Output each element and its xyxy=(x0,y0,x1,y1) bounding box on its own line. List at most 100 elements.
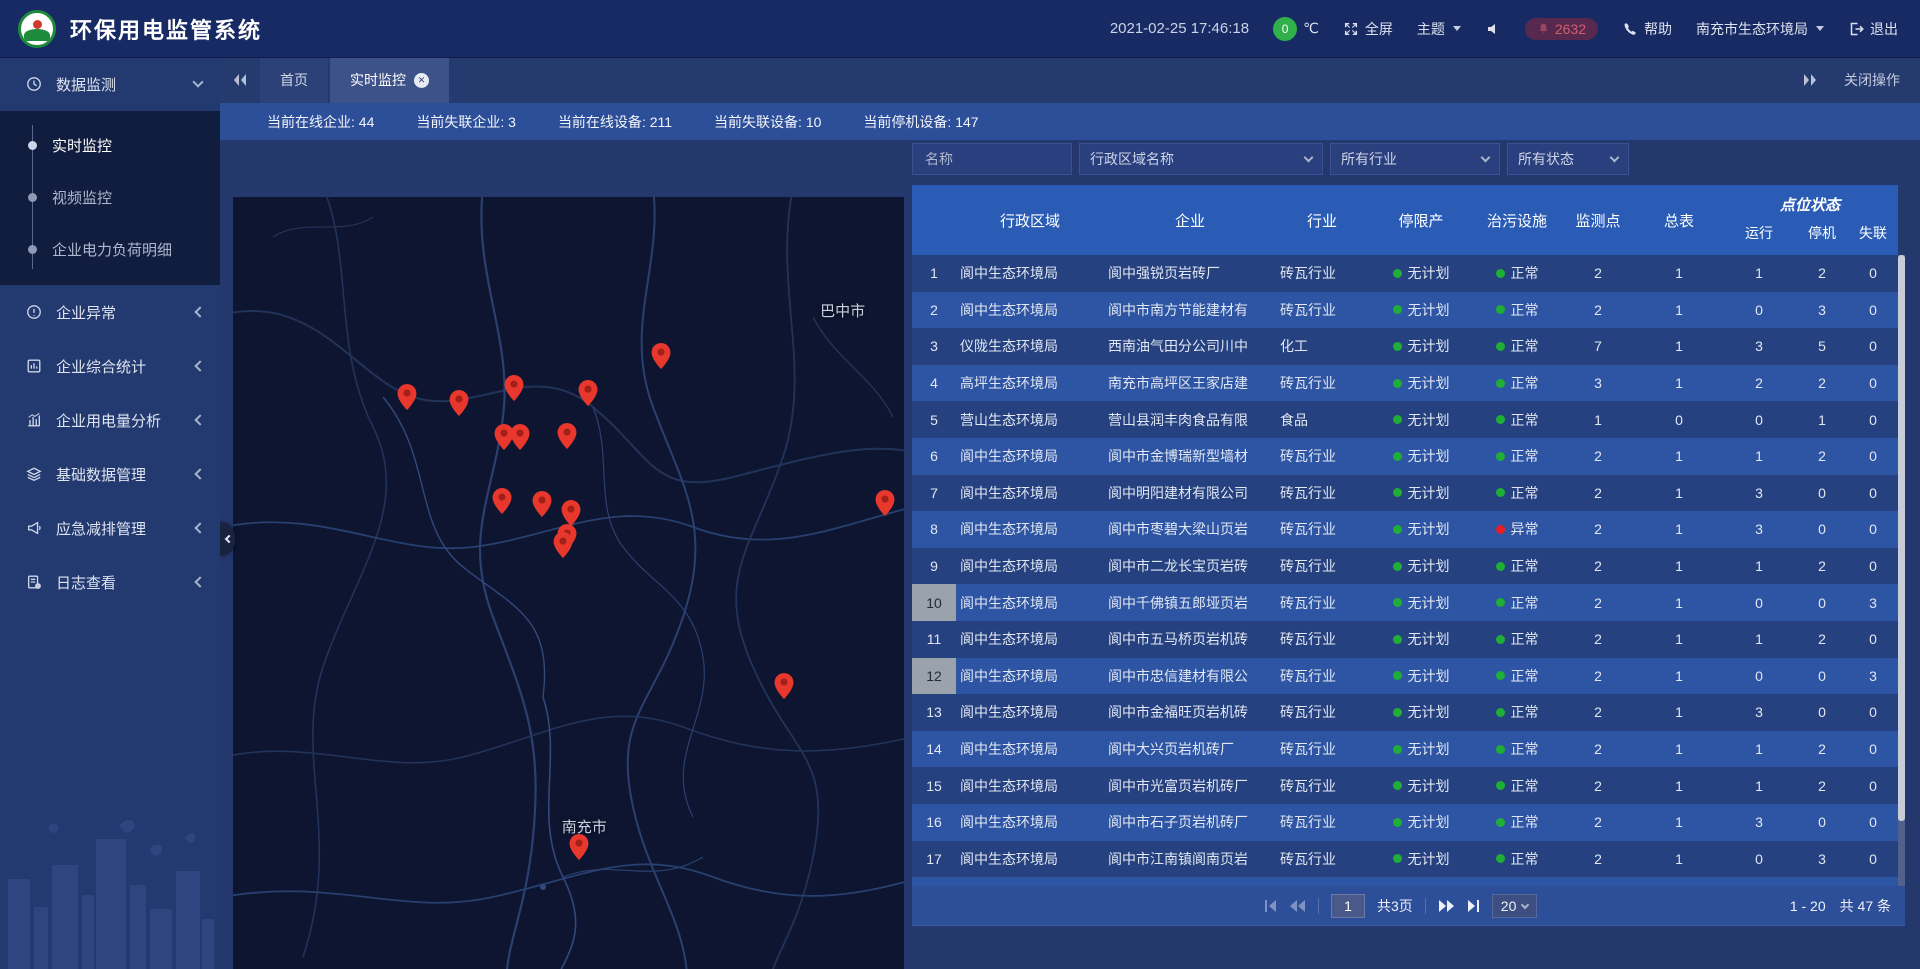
name-search-input[interactable] xyxy=(923,150,1061,168)
sidebar-item-label: 企业异常 xyxy=(56,302,196,323)
map-pin[interactable] xyxy=(774,673,793,704)
status-dot-green xyxy=(1496,452,1505,461)
map-pin[interactable] xyxy=(533,491,552,522)
cell-points: 7 xyxy=(1560,328,1636,365)
table-row[interactable]: 17阆中生态环境局阆中市江南镇阆南页岩砖瓦行业无计划正常21030 xyxy=(912,841,1898,878)
sidebar-subitem-0-2[interactable]: 企业电力负荷明细 xyxy=(0,223,220,275)
page-size-select[interactable]: 20 xyxy=(1492,894,1538,918)
industry-select[interactable]: 所有行业 xyxy=(1330,143,1500,175)
table-row[interactable]: 11阆中生态环境局阆中市五马桥页岩机砖砖瓦行业无计划正常21120 xyxy=(912,621,1898,658)
table-row[interactable]: 12阆中生态环境局阆中市忠信建材有限公砖瓦行业无计划正常21003 xyxy=(912,658,1898,695)
sidebar-item-0[interactable]: 数据监测 xyxy=(0,57,220,111)
page-number-input[interactable]: 1 xyxy=(1331,894,1365,918)
sidebar-item-3[interactable]: 企业用电量分析 xyxy=(0,393,220,447)
tab-close-icon[interactable]: ✕ xyxy=(414,73,429,88)
sidebar-item-1[interactable]: 企业异常 xyxy=(0,285,220,339)
table-row[interactable]: 5营山生态环境局营山县润丰肉食品有限食品无计划正常10010 xyxy=(912,401,1898,438)
cell-company: 阆中市石子页岩机砖厂 xyxy=(1104,804,1276,841)
cell-running: 3 xyxy=(1722,694,1796,731)
status-dot-green xyxy=(1393,452,1402,461)
table-row[interactable]: 6阆中生态环境局阆中市金博瑞新型墙材砖瓦行业无计划正常21120 xyxy=(912,438,1898,475)
status-select[interactable]: 所有状态 xyxy=(1507,143,1629,175)
close-operations-button[interactable]: 关闭操作 xyxy=(1844,70,1900,90)
cell-index: 6 xyxy=(912,438,956,475)
tabs-scroll-right-button[interactable] xyxy=(1802,73,1818,87)
theme-dropdown[interactable]: 主题 xyxy=(1417,19,1461,39)
next-page-button[interactable] xyxy=(1438,900,1454,912)
status-dot-green xyxy=(1393,854,1402,863)
table-row[interactable]: 14阆中生态环境局阆中大兴页岩机砖厂砖瓦行业无计划正常21120 xyxy=(912,731,1898,768)
sidebar-item-2[interactable]: 企业综合统计 xyxy=(0,339,220,393)
cell-points: 2 xyxy=(1560,475,1636,512)
cell-limit: 无计划 xyxy=(1368,401,1474,438)
cell-stopped: 0 xyxy=(1796,694,1848,731)
prev-page-button[interactable] xyxy=(1290,900,1306,912)
map-pin[interactable] xyxy=(570,834,589,865)
cell-offline: 0 xyxy=(1848,438,1898,475)
map-pin[interactable] xyxy=(397,384,416,415)
map-pin[interactable] xyxy=(558,423,577,454)
map-pin[interactable] xyxy=(450,390,469,421)
table-row[interactable]: 13阆中生态环境局阆中市金福旺页岩机砖砖瓦行业无计划正常21300 xyxy=(912,694,1898,731)
col-header-points: 监测点 xyxy=(1560,185,1636,255)
cell-region: 阆中生态环境局 xyxy=(956,255,1104,292)
cell-industry: 砖瓦行业 xyxy=(1276,804,1368,841)
table-row[interactable]: 10阆中生态环境局阆中千佛镇五郎垭页岩砖瓦行业无计划正常21003 xyxy=(912,584,1898,621)
tabs-scroll-left-button[interactable] xyxy=(220,57,260,103)
scrollbar-thumb[interactable] xyxy=(1898,255,1905,821)
sidebar-item-label: 数据监测 xyxy=(56,74,194,95)
cell-industry: 砖瓦行业 xyxy=(1276,475,1368,512)
map-pin[interactable] xyxy=(511,424,530,455)
sound-toggle-button[interactable] xyxy=(1485,21,1501,37)
last-page-button[interactable] xyxy=(1466,900,1480,912)
alert-circle-icon xyxy=(26,304,42,320)
cell-stopped: 0 xyxy=(1796,584,1848,621)
table-row[interactable]: 4高坪生态环境局南充市高坪区王家店建砖瓦行业无计划正常31220 xyxy=(912,365,1898,402)
cell-points: 2 xyxy=(1560,658,1636,695)
map-pin[interactable] xyxy=(578,380,597,411)
cell-stopped: 2 xyxy=(1796,438,1848,475)
org-dropdown[interactable]: 南充市生态环境局 xyxy=(1696,19,1824,39)
first-page-button[interactable] xyxy=(1264,900,1278,912)
status-dot-green xyxy=(1393,708,1402,717)
cell-company: 西南油气田分公司川中 xyxy=(1104,328,1276,365)
table-row[interactable]: 8阆中生态环境局阆中市枣碧大梁山页岩砖瓦行业无计划异常21300 xyxy=(912,511,1898,548)
cell-facility: 正常 xyxy=(1474,694,1560,731)
sidebar-item-label: 企业综合统计 xyxy=(56,356,196,377)
map-panel[interactable]: 巴中市南充市遂宁市 xyxy=(233,197,904,969)
map-pin[interactable] xyxy=(554,532,573,563)
help-button[interactable]: 帮助 xyxy=(1622,19,1672,39)
fullscreen-button[interactable]: 全屏 xyxy=(1343,19,1393,39)
first-page-icon xyxy=(1264,900,1278,912)
table-row[interactable]: 3仪陇生态环境局西南油气田分公司川中化工无计划正常71350 xyxy=(912,328,1898,365)
cell-stopped: 2 xyxy=(1796,548,1848,585)
table-row[interactable]: 2阆中生态环境局阆中市南方节能建材有砖瓦行业无计划正常21030 xyxy=(912,292,1898,329)
table-row[interactable]: 16阆中生态环境局阆中市石子页岩机砖厂砖瓦行业无计划正常21300 xyxy=(912,804,1898,841)
sidebar-item-5[interactable]: 应急减排管理 xyxy=(0,501,220,555)
col-header-stopped: 停机 xyxy=(1796,217,1848,255)
cell-limit: 无计划 xyxy=(1368,328,1474,365)
table-row[interactable]: 9阆中生态环境局阆中市二龙长宝页岩砖砖瓦行业无计划正常21120 xyxy=(912,548,1898,585)
cell-limit: 无计划 xyxy=(1368,292,1474,329)
cell-meter: 1 xyxy=(1636,255,1722,292)
table-scrollbar[interactable] xyxy=(1898,255,1905,886)
sidebar-item-label: 应急减排管理 xyxy=(56,518,196,539)
sidebar-subitem-0-1[interactable]: 视频监控 xyxy=(0,171,220,223)
map-pin[interactable] xyxy=(493,488,512,519)
sidebar-subitem-0-0[interactable]: 实时监控 xyxy=(0,119,220,171)
logout-button[interactable]: 退出 xyxy=(1848,19,1898,39)
region-select[interactable]: 行政区域名称 xyxy=(1079,143,1323,175)
table-row[interactable]: 7阆中生态环境局阆中明阳建材有限公司砖瓦行业无计划正常21300 xyxy=(912,475,1898,512)
table-row[interactable]: 18南部生态环境局南部县砖化水泥有限公建材加工无计划正常21030 xyxy=(912,877,1898,886)
tab-1[interactable]: 实时监控✕ xyxy=(330,57,449,103)
sidebar-item-6[interactable]: 日志查看 xyxy=(0,555,220,609)
map-pin[interactable] xyxy=(652,343,671,374)
map-pin[interactable] xyxy=(505,375,524,406)
status-dot-green xyxy=(1496,635,1505,644)
sidebar-item-4[interactable]: 基础数据管理 xyxy=(0,447,220,501)
notification-badge[interactable]: 2632 xyxy=(1525,18,1598,40)
tab-0[interactable]: 首页 xyxy=(260,57,328,103)
table-row[interactable]: 1阆中生态环境局阆中强锐页岩砖厂砖瓦行业无计划正常21120 xyxy=(912,255,1898,292)
map-pin[interactable] xyxy=(876,490,895,521)
table-row[interactable]: 15阆中生态环境局阆中市光富页岩机砖厂砖瓦行业无计划正常21120 xyxy=(912,767,1898,804)
